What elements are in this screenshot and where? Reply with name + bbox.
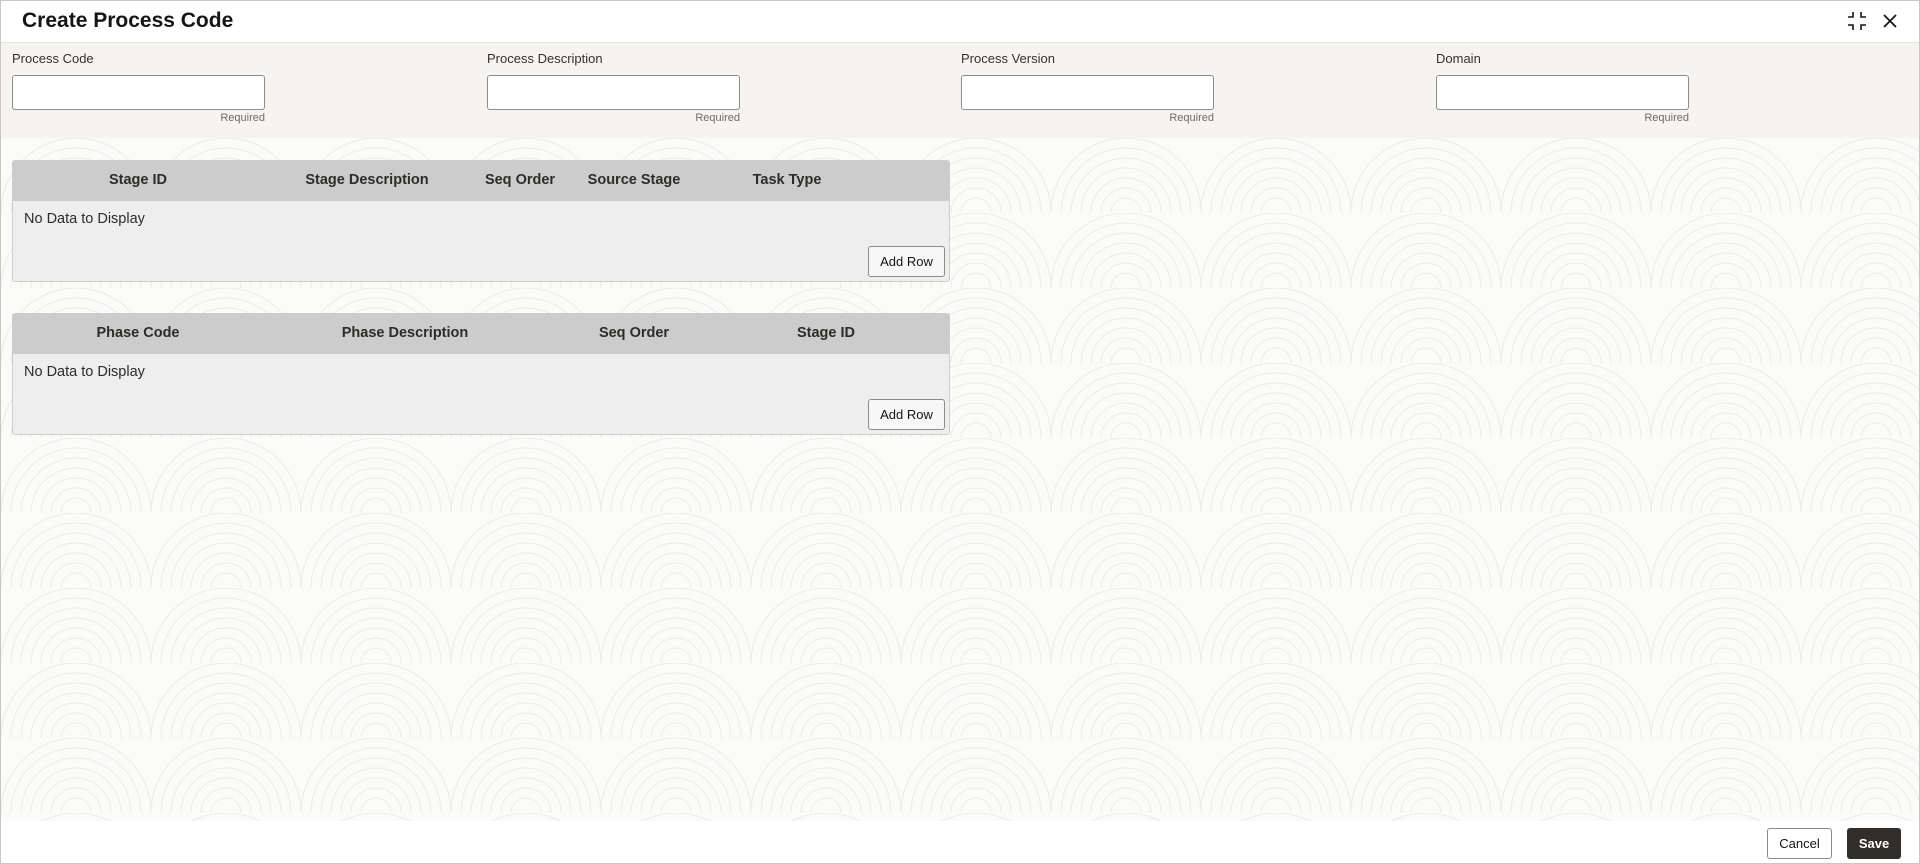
dialog-title: Create Process Code: [22, 9, 234, 32]
save-button[interactable]: Save: [1847, 828, 1901, 859]
stage-grid-header: Stage ID Stage Description Seq Order Sou…: [13, 161, 949, 201]
stage-grid: Stage ID Stage Description Seq Order Sou…: [12, 160, 950, 282]
stage-grid-col-task-type[interactable]: Task Type: [753, 172, 822, 188]
close-icon[interactable]: [1878, 9, 1902, 33]
phase-grid-header: Phase Code Phase Description Seq Order S…: [13, 314, 949, 354]
phase-grid-empty-message: No Data to Display: [24, 364, 145, 380]
process-version-label: Process Version: [961, 51, 1055, 66]
phase-grid-col-stage-id[interactable]: Stage ID: [797, 325, 855, 341]
cancel-button[interactable]: Cancel: [1767, 828, 1832, 859]
process-code-label: Process Code: [12, 51, 94, 66]
stage-add-row-button[interactable]: Add Row: [868, 246, 945, 277]
dialog-body: Stage ID Stage Description Seq Order Sou…: [1, 138, 1919, 821]
create-process-code-dialog: Create Process Code Process Code Require…: [0, 0, 1920, 864]
process-description-required-hint: Required: [695, 112, 740, 124]
dialog-titlebar: Create Process Code: [1, 1, 1919, 43]
domain-input[interactable]: [1436, 75, 1689, 110]
process-version-field: Process Version Required: [961, 43, 1214, 138]
phase-add-row-button[interactable]: Add Row: [868, 399, 945, 430]
process-description-label: Process Description: [487, 51, 603, 66]
stage-grid-empty-message: No Data to Display: [24, 211, 145, 227]
domain-required-hint: Required: [1644, 112, 1689, 124]
stage-grid-col-stage-description[interactable]: Stage Description: [305, 172, 428, 188]
process-code-field: Process Code Required: [12, 43, 265, 138]
stage-grid-col-source-stage[interactable]: Source Stage: [588, 172, 681, 188]
phase-grid-col-seq-order[interactable]: Seq Order: [599, 325, 669, 341]
process-version-input[interactable]: [961, 75, 1214, 110]
process-code-input[interactable]: [12, 75, 265, 110]
dialog-footer: Cancel Save: [1, 821, 1919, 863]
phase-grid: Phase Code Phase Description Seq Order S…: [12, 313, 950, 435]
phase-grid-col-phase-description[interactable]: Phase Description: [342, 325, 469, 341]
process-description-field: Process Description Required: [487, 43, 740, 138]
domain-field: Domain Required: [1436, 43, 1689, 138]
process-code-required-hint: Required: [220, 112, 265, 124]
process-version-required-hint: Required: [1169, 112, 1214, 124]
header-form: Process Code Required Process Descriptio…: [1, 43, 1919, 138]
compress-icon[interactable]: [1845, 9, 1869, 33]
stage-grid-col-seq-order[interactable]: Seq Order: [485, 172, 555, 188]
domain-label: Domain: [1436, 51, 1481, 66]
process-description-input[interactable]: [487, 75, 740, 110]
phase-grid-col-phase-code[interactable]: Phase Code: [97, 325, 180, 341]
stage-grid-col-stage-id[interactable]: Stage ID: [109, 172, 167, 188]
